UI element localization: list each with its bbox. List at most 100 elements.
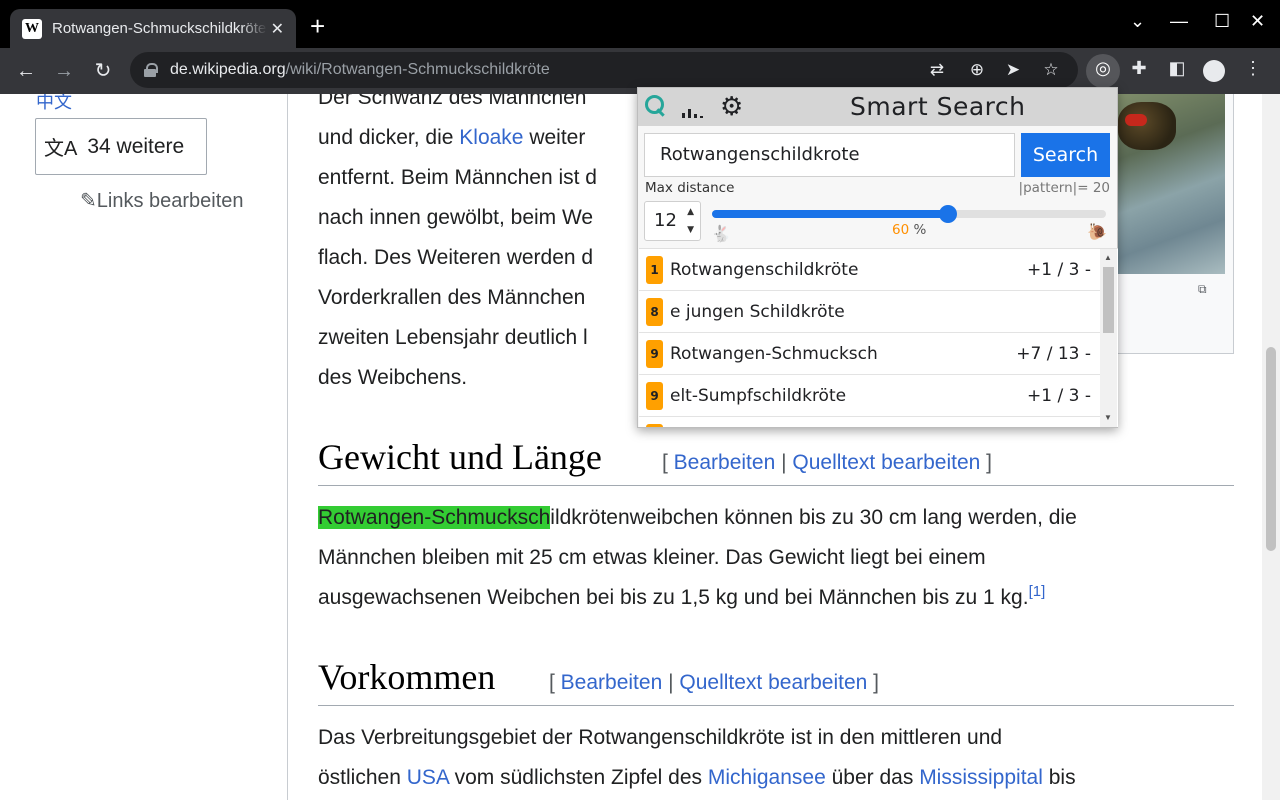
star-icon[interactable]: ☆	[1040, 60, 1062, 80]
section-heading: Gewicht und Länge	[318, 437, 602, 477]
gear-icon[interactable]: ⚙	[720, 92, 743, 120]
more-languages-button[interactable]: 文A 34 weitere	[35, 118, 207, 175]
paragraph-line: Männchen bleiben mit 25 cm etwas kleiner…	[318, 546, 986, 569]
edit-section-link[interactable]: Bearbeiten	[561, 671, 663, 694]
paragraph-line: ausgewachsenen Weibchen bei bis zu 1,5 k…	[318, 584, 1045, 612]
send-icon[interactable]: ➤	[1002, 60, 1024, 80]
enlarge-icon[interactable]: ⧉	[1198, 282, 1216, 296]
rabbit-icon: 🐇	[711, 226, 731, 243]
result-row[interactable]: 8 e jungen Schildkröte	[639, 291, 1100, 333]
search-icon[interactable]	[644, 94, 666, 116]
tab-title: Rotwangen-Schmuckschildkröte	[52, 20, 267, 37]
link-kloake[interactable]: Kloake	[459, 126, 523, 149]
scroll-up-icon[interactable]: ▲	[1104, 253, 1112, 262]
close-window-icon[interactable]: ✕	[1250, 11, 1265, 32]
search-input[interactable]: Rotwangenschildkrote	[644, 133, 1015, 177]
result-nav[interactable]: +1 / 3 -	[1027, 386, 1091, 406]
paragraph-line: entfernt. Beim Männchen ist d	[318, 166, 597, 189]
side-panel-icon[interactable]: ◧	[1164, 58, 1190, 79]
text-span: bis	[1042, 766, 1076, 789]
address-bar[interactable]: de.wikipedia.org/wiki/Rotwangen-Schmucks…	[130, 52, 1078, 88]
more-languages-label: 34 weitere	[87, 134, 185, 158]
paragraph-line: und dicker, die Kloake weiter	[318, 124, 585, 152]
turtle-red-cheek	[1125, 114, 1147, 126]
rank-badge: 9	[646, 381, 663, 410]
back-icon[interactable]: ←	[13, 58, 39, 84]
extensions-icon[interactable]: ✚	[1126, 58, 1152, 79]
search-button[interactable]: Search	[1021, 133, 1110, 177]
minimize-icon[interactable]: —	[1170, 11, 1188, 32]
separator: |	[662, 671, 680, 694]
distance-value: 12	[654, 210, 677, 231]
paragraph-line: zweiten Lebensjahr deutlich l	[318, 326, 588, 349]
paragraph-line: Das Verbreitungsgebiet der Rotwangenschi…	[318, 726, 1003, 749]
bracket: ]	[867, 671, 880, 694]
profile-icon[interactable]	[1203, 60, 1225, 82]
bracket: [	[549, 671, 561, 694]
rank-badge: 1	[646, 255, 663, 284]
result-text: Rotwangenschildkröte	[670, 259, 859, 280]
distance-slider-fill	[712, 210, 949, 218]
page-scrollbar-thumb[interactable]	[1266, 347, 1276, 551]
result-row[interactable]: 9 Rotwangen-Schmucksch +7 / 13 -	[639, 333, 1100, 375]
results-scrollbar-thumb[interactable]	[1103, 267, 1114, 333]
result-row-partial[interactable]	[639, 417, 1100, 427]
stepper-down-icon[interactable]: ▼	[687, 223, 694, 237]
rank-badge: 9	[646, 339, 663, 368]
text-span: und dicker, die	[318, 126, 460, 149]
result-nav[interactable]: +1 / 3 -	[1027, 260, 1091, 280]
sidebar: 中文 文A 34 weitere ✎Links bearbeiten	[0, 94, 288, 800]
link-mississippital[interactable]: Mississippital	[919, 766, 1043, 789]
wikipedia-favicon-icon: W	[22, 18, 42, 39]
edit-section-link[interactable]: Bearbeiten	[674, 451, 776, 474]
new-tab-button[interactable]: +	[310, 13, 325, 39]
bar-chart-icon[interactable]	[682, 100, 706, 118]
smart-search-popup: ⚙ Smart Search Rotwangenschildkrote Sear…	[637, 87, 1118, 428]
section-edit-links: [ Bearbeiten | Quelltext bearbeiten ]	[549, 671, 879, 695]
max-distance-stepper[interactable]: 12 ▲ ▼	[644, 201, 701, 241]
section-heading: Vorkommen	[318, 657, 496, 697]
translate-icon[interactable]: ⇄	[926, 60, 948, 80]
snail-icon: 🐌	[1087, 224, 1107, 241]
edit-links-link[interactable]: ✎Links bearbeiten	[80, 188, 244, 213]
lock-icon[interactable]	[144, 63, 158, 77]
rank-badge	[646, 424, 663, 427]
bracket: ]	[980, 451, 993, 474]
menu-icon[interactable]: ⋮	[1240, 58, 1266, 79]
link-usa[interactable]: USA	[407, 766, 449, 789]
paragraph-line: Der Schwanz des Männchen	[318, 94, 587, 109]
link-michigansee[interactable]: Michigansee	[708, 766, 826, 789]
percent-unit: %	[909, 222, 927, 238]
stepper-up-icon[interactable]: ▲	[687, 205, 694, 219]
paragraph-line: Rotwangen-Schmuckschildkrötenweibchen kö…	[318, 504, 1077, 532]
heading-rule	[318, 485, 1234, 486]
result-row[interactable]: 1 Rotwangenschildkröte +1 / 3 -	[639, 249, 1100, 291]
distance-slider-track[interactable]	[712, 210, 1106, 218]
result-row[interactable]: 9 elt-Sumpfschildkröte +1 / 3 -	[639, 375, 1100, 417]
popup-title: Smart Search	[850, 92, 1026, 121]
heading-rule	[318, 705, 1234, 706]
scroll-down-icon[interactable]: ▼	[1104, 413, 1112, 422]
result-nav[interactable]: +7 / 13 -	[1016, 344, 1091, 364]
reference-link[interactable]: [1]	[1029, 583, 1046, 600]
browser-tab[interactable]: W Rotwangen-Schmuckschildkröte ✕	[10, 9, 296, 48]
url-path: /wiki/Rotwangen-Schmuckschildkröte	[285, 61, 550, 78]
distance-slider-thumb[interactable]	[939, 205, 958, 223]
reload-icon[interactable]: ↻	[90, 58, 116, 84]
text-span: ildkrötenweibchen können bis zu 30 cm la…	[550, 506, 1077, 529]
tab-close-icon[interactable]: ✕	[271, 19, 284, 39]
slider-percent: 60 %	[892, 222, 926, 238]
result-text: Rotwangen-Schmucksch	[670, 343, 878, 364]
zoom-icon[interactable]: ⊕	[966, 60, 988, 80]
edit-source-link[interactable]: Quelltext bearbeiten	[679, 671, 867, 694]
language-link[interactable]: 中文	[36, 94, 72, 114]
tab-search-icon[interactable]: ⌄	[1130, 11, 1145, 32]
forward-icon[interactable]: →	[51, 58, 77, 84]
rank-badge: 8	[646, 297, 663, 326]
edit-source-link[interactable]: Quelltext bearbeiten	[792, 451, 980, 474]
paragraph-line: östlichen USA vom südlichsten Zipfel des…	[318, 764, 1076, 792]
maximize-icon[interactable]: ☐	[1214, 11, 1230, 32]
text-span: über das	[825, 766, 920, 789]
separator: |	[775, 451, 793, 474]
result-text: e jungen Schildkröte	[670, 301, 845, 322]
